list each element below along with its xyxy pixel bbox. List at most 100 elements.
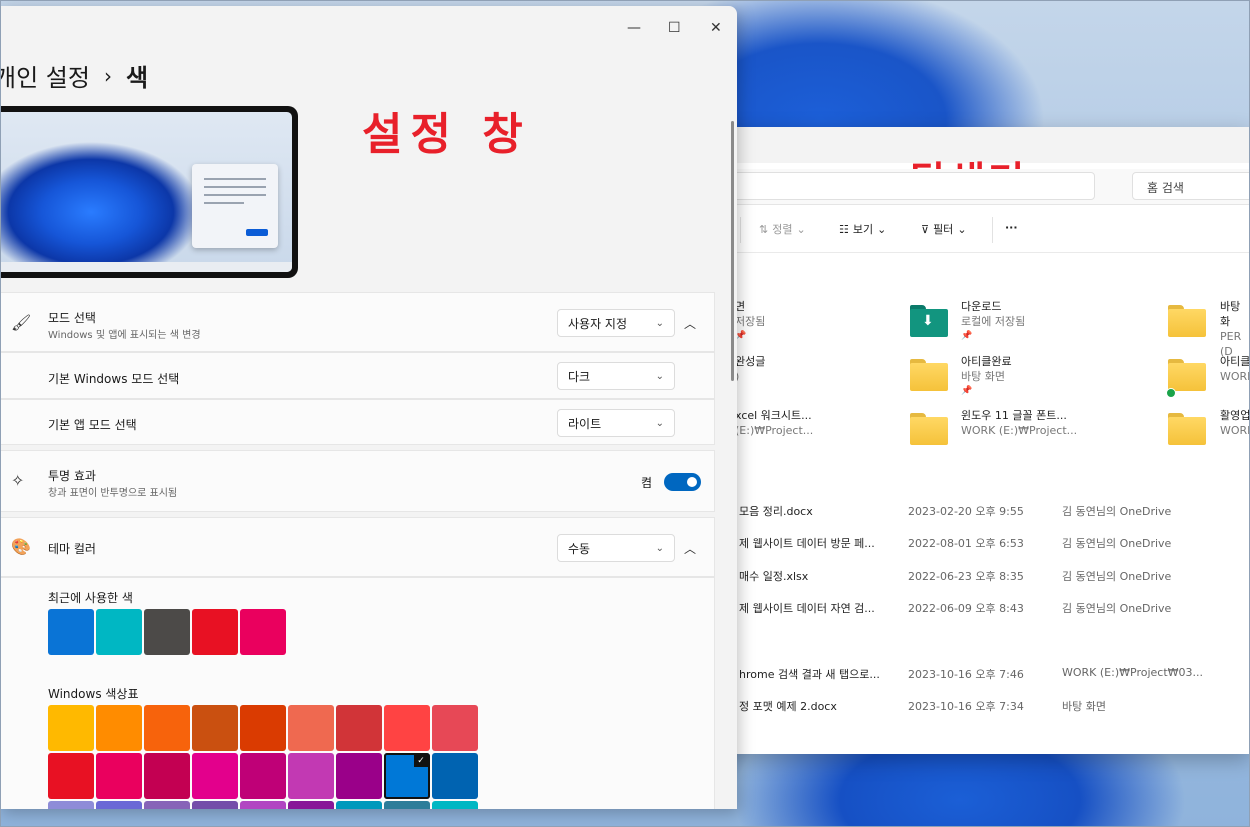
recent-color-swatch[interactable] bbox=[192, 609, 238, 655]
mode-dropdown[interactable]: 사용자 지정 ⌄ bbox=[557, 309, 675, 337]
filter-button[interactable]: ⊽ 필터 ⌄ bbox=[921, 221, 967, 237]
transparency-toggle[interactable] bbox=[664, 473, 701, 491]
maximize-icon[interactable]: ☐ bbox=[668, 20, 681, 36]
quick-access-item[interactable]: 완성글 ) bbox=[735, 354, 765, 384]
file-name: 제 웹사이트 데이터 자연 검... bbox=[739, 602, 875, 615]
palette-color-swatch[interactable] bbox=[336, 705, 382, 751]
palette-color-swatch[interactable] bbox=[240, 753, 286, 799]
palette-color-swatch[interactable] bbox=[144, 801, 190, 809]
dropdown-value: 수동 bbox=[568, 541, 591, 556]
chevron-up-icon[interactable]: ︿ bbox=[684, 315, 696, 332]
item-name: 바탕화 bbox=[1220, 300, 1241, 328]
palette-color-swatch[interactable] bbox=[288, 705, 334, 751]
quick-access-item[interactable]: 아티클완료 바탕 화면 📌 bbox=[961, 354, 1012, 399]
palette-color-swatch[interactable] bbox=[192, 801, 238, 809]
palette-color-swatch[interactable] bbox=[432, 801, 478, 809]
scrollbar[interactable] bbox=[731, 121, 734, 381]
palette-color-swatch[interactable] bbox=[48, 705, 94, 751]
quick-access-item[interactable]: 아티클 WORK bbox=[1220, 354, 1250, 384]
quick-access-item[interactable]: 다운로드 로컬에 저장됨 📌 bbox=[961, 299, 1025, 344]
recent-color-swatch[interactable] bbox=[144, 609, 190, 655]
section-title: Windows 색상표 bbox=[48, 687, 139, 701]
palette-color-swatch[interactable] bbox=[96, 753, 142, 799]
file-location: WORK (E:)₩Project₩03... bbox=[1062, 666, 1204, 679]
quick-access-item[interactable]: xcel 워크시트... (E:)₩Project... bbox=[735, 408, 813, 438]
toolbar-divider bbox=[740, 217, 741, 243]
item-location: ) bbox=[735, 370, 740, 383]
settings-overlay-label: 설정 창 bbox=[362, 109, 531, 160]
file-name: 모음 정리.docx bbox=[739, 505, 813, 518]
chevron-down-icon: ⌄ bbox=[796, 222, 806, 236]
search-input[interactable]: 홈 검색 bbox=[1132, 172, 1250, 200]
palette-color-swatch[interactable] bbox=[48, 753, 94, 799]
file-location: 바탕 화면 bbox=[1062, 700, 1106, 713]
view-label: 보기 bbox=[852, 223, 874, 236]
minimize-icon[interactable]: — bbox=[627, 20, 641, 36]
settings-window[interactable]: — ☐ ✕ 개인 설정 › 색 설정 창 🖌 모드 선택 Windows 및 앱… bbox=[0, 6, 737, 809]
folder-icon bbox=[910, 413, 948, 445]
chevron-down-icon: ⌄ bbox=[655, 317, 664, 329]
file-name: 제 웹사이트 데이터 방문 페... bbox=[739, 537, 875, 550]
palette-color-swatch[interactable]: ✓ bbox=[384, 753, 430, 799]
brush-icon: 🖌 bbox=[11, 313, 32, 332]
palette-color-swatch[interactable] bbox=[96, 801, 142, 809]
quick-access-item[interactable]: 윈도우 11 글꼴 폰트... WORK (E:)₩Project... bbox=[961, 408, 1077, 438]
palette-color-swatch[interactable] bbox=[288, 753, 334, 799]
file-explorer-window[interactable]: 탐색기 홈 검색 ⇅정렬⌄ ☷보기⌄ ⊽필터⌄ ··· 면 저장됨 📌 완성글 … bbox=[715, 127, 1250, 754]
chevron-down-icon: ⌄ bbox=[877, 222, 887, 236]
transparency-row: ✧ 투명 효과 창과 표면이 반투명으로 표시됨 켬 bbox=[0, 450, 715, 512]
item-location: 바탕 화면 bbox=[961, 370, 1005, 383]
breadcrumb: 개인 설정 › 색 bbox=[0, 58, 148, 93]
row-title: 투명 효과 bbox=[48, 469, 96, 483]
app-mode-dropdown[interactable]: 라이트 ⌄ bbox=[557, 409, 675, 437]
chevron-up-icon[interactable]: ︿ bbox=[684, 540, 696, 557]
accent-dropdown[interactable]: 수동 ⌄ bbox=[557, 534, 675, 562]
more-options-button[interactable]: ··· bbox=[1005, 221, 1018, 234]
close-icon[interactable]: ✕ bbox=[710, 20, 722, 36]
palette-color-swatch[interactable] bbox=[336, 753, 382, 799]
chevron-down-icon: ⌄ bbox=[655, 370, 664, 382]
item-name: 윈도우 11 글꼴 폰트... bbox=[961, 409, 1067, 422]
page-title: 색 bbox=[125, 64, 149, 92]
palette-color-swatch[interactable] bbox=[432, 753, 478, 799]
palette-color-swatch[interactable] bbox=[240, 705, 286, 751]
palette-color-swatch[interactable] bbox=[144, 705, 190, 751]
folder-icon bbox=[1168, 413, 1206, 445]
palette-color-swatch[interactable] bbox=[336, 801, 382, 809]
file-location: 김 동연님의 OneDrive bbox=[1062, 505, 1172, 518]
quick-access-item[interactable]: 활영업 WORK bbox=[1220, 408, 1250, 438]
palette-color-swatch[interactable] bbox=[432, 705, 478, 751]
palette-color-swatch[interactable] bbox=[192, 753, 238, 799]
item-location: WORK (E:)₩Project... bbox=[961, 424, 1078, 437]
recent-color-swatch[interactable] bbox=[96, 609, 142, 655]
recent-color-swatch[interactable] bbox=[240, 609, 286, 655]
item-location: WORK bbox=[1220, 424, 1250, 437]
palette-color-swatch[interactable] bbox=[384, 801, 430, 809]
palette-color-swatch[interactable] bbox=[384, 705, 430, 751]
checkmark-icon: ✓ bbox=[414, 755, 428, 767]
view-button[interactable]: ☷ 보기 ⌄ bbox=[839, 221, 886, 237]
windows-mode-dropdown[interactable]: 다크 ⌄ bbox=[557, 362, 675, 390]
dropdown-value: 사용자 지정 bbox=[568, 316, 628, 331]
address-bar[interactable] bbox=[715, 172, 1095, 200]
chevron-down-icon: ⌄ bbox=[957, 222, 967, 236]
toggle-state-label: 켬 bbox=[641, 476, 653, 490]
item-name: 면 bbox=[735, 300, 746, 313]
preview-window-card bbox=[192, 164, 278, 248]
filter-icon: ⊽ bbox=[921, 222, 930, 236]
preview-taskbar bbox=[0, 262, 292, 272]
sync-check-icon bbox=[1166, 388, 1176, 398]
breadcrumb-parent[interactable]: 개인 설정 bbox=[0, 58, 90, 93]
row-title: 기본 앱 모드 선택 bbox=[48, 418, 137, 432]
palette-color-swatch[interactable] bbox=[48, 801, 94, 809]
file-location: 김 동연님의 OneDrive bbox=[1062, 570, 1172, 583]
quick-access-item[interactable]: 면 저장됨 📌 bbox=[735, 299, 765, 344]
recent-color-swatch[interactable] bbox=[48, 609, 94, 655]
palette-color-swatch[interactable] bbox=[240, 801, 286, 809]
palette-color-swatch[interactable] bbox=[144, 753, 190, 799]
palette-color-swatch[interactable] bbox=[192, 705, 238, 751]
quick-access-item[interactable]: 바탕화 PER (D bbox=[1220, 299, 1250, 359]
palette-color-swatch[interactable] bbox=[288, 801, 334, 809]
palette-color-swatch[interactable] bbox=[96, 705, 142, 751]
sort-button[interactable]: ⇅ 정렬 ⌄ bbox=[759, 221, 806, 237]
